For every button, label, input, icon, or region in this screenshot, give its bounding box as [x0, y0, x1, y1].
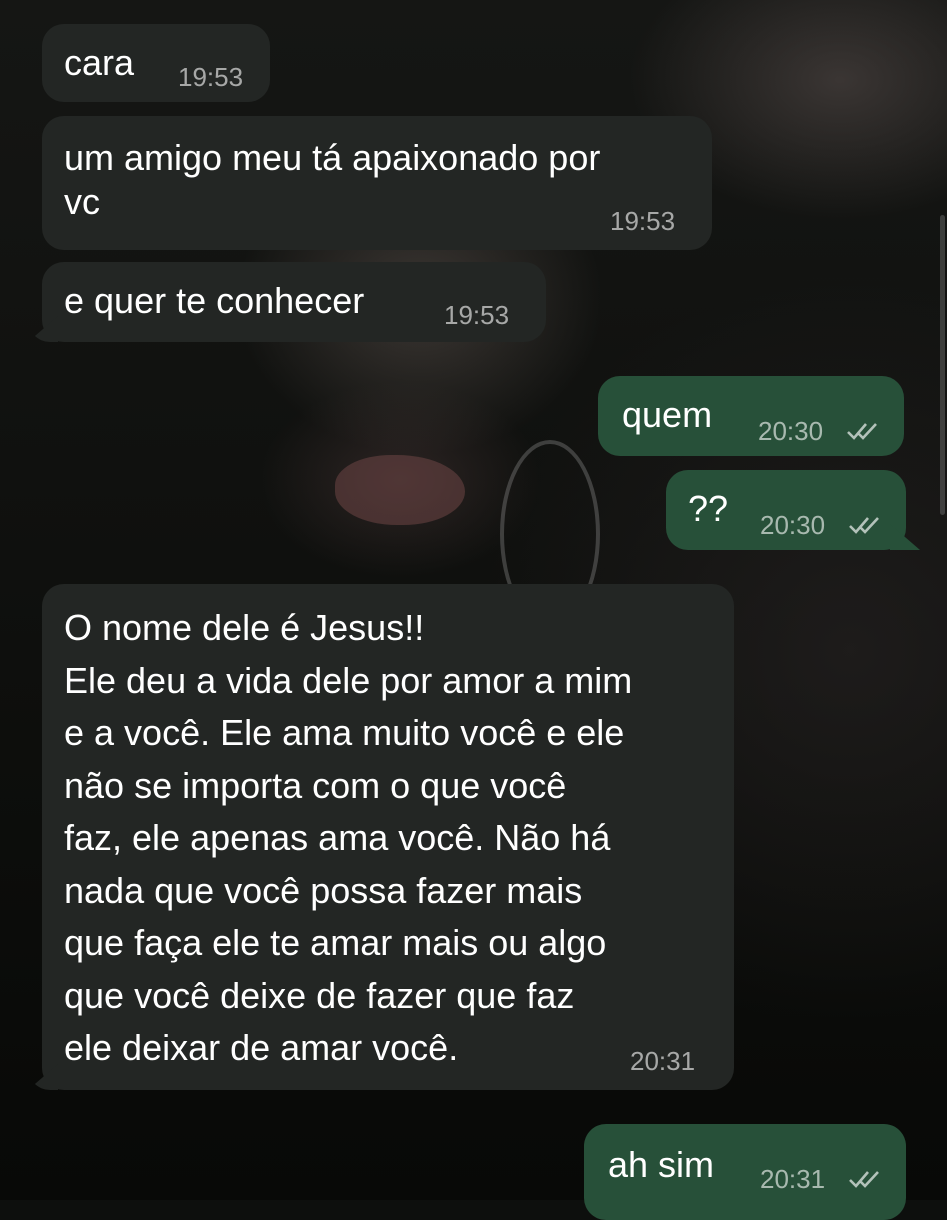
double-check-icon [849, 1171, 879, 1188]
message-text: ?? [688, 488, 729, 529]
message-time: 20:30 [760, 510, 826, 540]
incoming-message[interactable]: e quer te conhecer 19:53 [28, 262, 546, 342]
message-time: 19:53 [178, 62, 244, 92]
message-text: ah sim [608, 1144, 715, 1185]
message-time: 19:53 [444, 300, 510, 330]
double-check-icon [847, 423, 877, 440]
message-time: 20:31 [630, 1046, 696, 1076]
message-time: 20:31 [760, 1164, 826, 1194]
message-time: 20:30 [758, 416, 824, 446]
message-text: e quer te conhecer [64, 280, 365, 321]
incoming-message[interactable]: um amigo meu tá apaixonado por vc 19:53 [42, 116, 712, 250]
incoming-message[interactable]: cara 19:53 [42, 24, 270, 102]
double-check-icon [849, 517, 879, 534]
message-time: 19:53 [610, 206, 676, 236]
outgoing-message[interactable]: ?? 20:30 [666, 470, 920, 550]
scrollbar[interactable] [940, 215, 945, 515]
message-text: quem [622, 394, 713, 435]
message-text: cara [64, 42, 135, 83]
outgoing-message[interactable]: ah sim 20:31 [584, 1124, 906, 1220]
message-text: um amigo meu tá apaixonado por vc [64, 137, 601, 222]
outgoing-message[interactable]: quem 20:30 [598, 376, 904, 456]
incoming-message[interactable]: O nome dele é Jesus!! Ele deu a vida del… [28, 584, 734, 1090]
message-text: O nome dele é Jesus!! Ele deu a vida del… [64, 607, 633, 1068]
wallpaper-photo-detail [335, 455, 465, 525]
